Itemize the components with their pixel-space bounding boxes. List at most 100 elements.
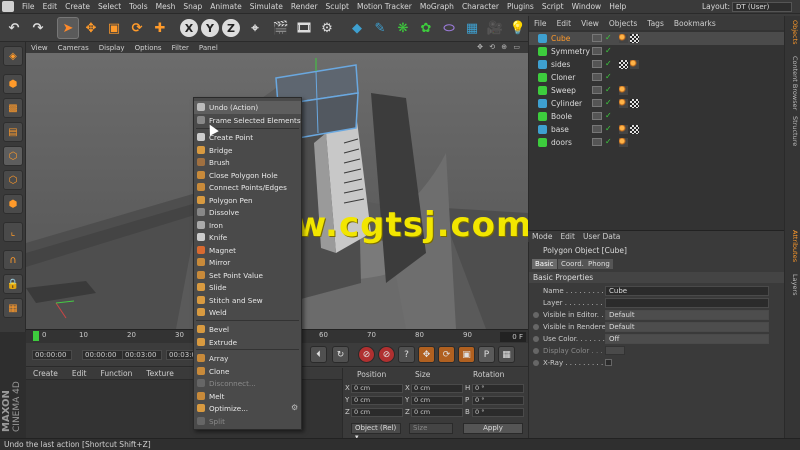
floor-object-icon[interactable]: ▦ [461,17,483,39]
animation-dot[interactable] [533,312,539,318]
side-tab-attributes[interactable]: Attributes [787,230,799,262]
object-name[interactable]: Cylinder [551,99,582,108]
autokey-icon[interactable]: ⊘ [378,346,395,363]
xray-checkbox[interactable] [605,359,612,366]
subdivision-surface-icon[interactable]: ❋ [392,17,414,39]
side-tab-structure[interactable]: Structure [787,116,799,146]
viewport-menu-cameras[interactable]: Cameras [53,44,94,52]
menu-item-dissolve[interactable]: Dissolve [194,206,301,219]
object-menu-view[interactable]: View [576,19,604,28]
menu-sculpt[interactable]: Sculpt [322,2,353,11]
menu-item-brush[interactable]: Brush [194,156,301,169]
material-menu-edit[interactable]: Edit [65,369,94,378]
object-menu-tags[interactable]: Tags [642,19,669,28]
record-scale-icon[interactable]: ▣ [458,346,475,363]
render-picture-viewer-icon[interactable]: 🎞 [293,17,315,39]
playhead[interactable] [33,331,39,341]
coordinate-system-icon[interactable]: ⌖ [244,17,266,39]
axis-mode-icon[interactable]: ⌞ [3,222,23,242]
menu-item-mirror[interactable]: Mirror [194,256,301,269]
layer-flag[interactable] [592,125,602,133]
enabled-check-icon[interactable]: ✓ [605,137,612,146]
attr-menu-edit[interactable]: Edit [556,232,579,241]
phong-tag-icon[interactable] [619,138,628,147]
attr-menu-mode[interactable]: Mode [528,232,556,241]
menu-item-melt[interactable]: Melt [194,390,301,403]
size-y-field[interactable]: 0 cm [411,396,463,405]
z-axis-lock[interactable]: Z [222,19,240,37]
object-row-cube[interactable]: Cube ✓ [529,32,785,45]
make-editable-icon[interactable]: ◈ [3,46,23,66]
object-name[interactable]: Cloner [551,73,575,82]
menu-item-clone[interactable]: Clone [194,365,301,378]
layer-flag[interactable] [592,86,602,94]
object-name[interactable]: sides [551,60,570,69]
keyframe-selection-icon[interactable]: ? [398,346,415,363]
play-reverse-icon[interactable]: ⏴ [310,346,327,363]
object-name[interactable]: Cube [551,34,570,43]
phong-tag-icon[interactable] [619,99,628,108]
display-color-swatch[interactable] [605,346,625,355]
object-row-base[interactable]: base ✓ [529,123,785,136]
layer-flag[interactable] [592,99,602,107]
menu-motion-tracker[interactable]: Motion Tracker [353,2,416,11]
object-name[interactable]: Sweep [551,86,576,95]
apply-button[interactable]: Apply [463,423,523,434]
max-time-field[interactable]: 00:03:00 [122,350,162,360]
phong-tag-icon[interactable] [619,125,628,134]
side-tab-content-browser[interactable]: Content Browser [787,56,799,110]
menu-window[interactable]: Window [568,2,606,11]
enabled-check-icon[interactable]: ✓ [605,72,612,81]
object-menu-objects[interactable]: Objects [604,19,642,28]
enabled-check-icon[interactable]: ✓ [605,124,612,133]
texture-tag-icon[interactable] [630,125,639,134]
undo-icon[interactable]: ↶ [3,17,25,39]
enabled-check-icon[interactable]: ✓ [605,98,612,107]
menu-item-split[interactable]: Split [194,415,301,428]
viewport-menu-view[interactable]: View [26,44,53,52]
menu-item-set-point-value[interactable]: Set Point Value [194,269,301,282]
object-name[interactable]: doors [551,138,572,147]
object-row-cloner[interactable]: Cloner ✓ [529,71,785,84]
texture-tag-icon[interactable] [630,99,639,108]
menu-animate[interactable]: Animate [206,2,245,11]
layer-flag[interactable] [592,138,602,146]
visible-in-renderer-dropdown[interactable]: Default [605,322,769,332]
visible-in-editor-dropdown[interactable]: Default [605,310,769,320]
edges-mode-icon[interactable]: ⬡ [3,170,23,190]
layer-flag[interactable] [592,47,602,55]
menu-plugins[interactable]: Plugins [503,2,538,11]
rotation-p-field[interactable]: 0 ° [472,396,524,405]
viewport-menu-display[interactable]: Display [94,44,130,52]
recent-tool-icon[interactable]: ✚ [149,17,171,39]
menu-character[interactable]: Character [458,2,503,11]
animation-dot[interactable] [533,360,539,366]
redo-icon[interactable]: ↷ [27,17,49,39]
select-tool-icon[interactable]: ➤ [57,17,79,39]
use-color-dropdown[interactable]: Off [605,334,769,344]
move-tool-icon[interactable]: ✥ [80,17,102,39]
menu-item-optimize[interactable]: Optimize... ⚙ [194,402,301,415]
layer-flag[interactable] [592,73,602,81]
menu-item-stitch-and-sew[interactable]: Stitch and Sew [194,294,301,307]
animation-dot[interactable] [533,324,539,330]
workplane-mode-icon[interactable]: ▤ [3,122,23,142]
gear-icon[interactable]: ⚙ [291,403,298,412]
cube-primitive-icon[interactable]: ◆ [346,17,368,39]
object-menu-bookmarks[interactable]: Bookmarks [669,19,721,28]
menu-item-close-polygon-hole[interactable]: Close Polygon Hole [194,169,301,182]
record-position-icon[interactable]: ✥ [418,346,435,363]
menu-item-knife[interactable]: Knife [194,231,301,244]
rotate-tool-icon[interactable]: ⟳ [126,17,148,39]
array-generator-icon[interactable]: ✿ [415,17,437,39]
points-mode-icon[interactable]: ⬡ [3,146,23,166]
object-row-sides[interactable]: sides ✓ [529,58,785,71]
texture-mode-icon[interactable]: ▩ [3,98,23,118]
rotation-b-field[interactable]: 0 ° [472,408,524,417]
texture-tag-icon[interactable] [630,34,639,43]
enabled-check-icon[interactable]: ✓ [605,46,612,55]
viewport-menu-filter[interactable]: Filter [167,44,194,52]
animation-dot[interactable] [533,336,539,342]
coordinate-mode-dropdown[interactable]: Object (Rel) ▾ [351,423,401,441]
record-rotation-icon[interactable]: ⟳ [438,346,455,363]
